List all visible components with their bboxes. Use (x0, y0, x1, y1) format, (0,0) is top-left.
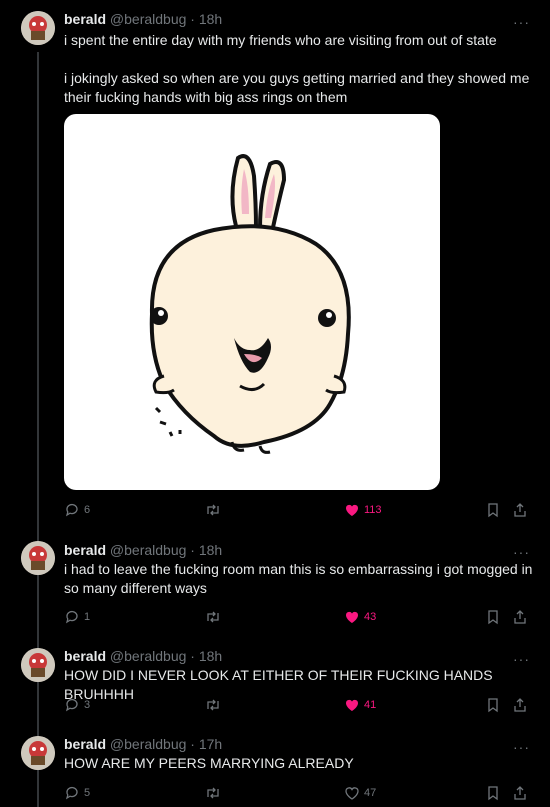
tweet-4[interactable]: berald @beraldbug · 17h ··· HOW ARE MY P… (0, 725, 550, 807)
tweet-1[interactable]: berald @beraldbug · 18h ··· i spent the … (0, 0, 550, 530)
heart-filled-icon (346, 504, 358, 516)
bunny-illustration (149, 154, 351, 454)
like-button[interactable]: 43 (344, 609, 376, 625)
user-handle[interactable]: @beraldbug (110, 648, 187, 664)
retweet-button[interactable] (204, 502, 226, 518)
user-handle[interactable]: @beraldbug (110, 542, 187, 558)
display-name[interactable]: berald (64, 736, 106, 752)
like-count: 47 (364, 787, 377, 799)
share-button[interactable] (512, 609, 528, 625)
user-handle[interactable]: @beraldbug (110, 736, 187, 752)
reply-count: 6 (84, 504, 91, 516)
share-icon (514, 610, 526, 624)
reply-count: 3 (84, 699, 91, 711)
tweet-image[interactable] (64, 114, 440, 490)
retweet-button[interactable] (204, 785, 226, 801)
share-button[interactable] (512, 502, 528, 518)
retweet-button[interactable] (204, 697, 226, 713)
reply-icon (65, 698, 78, 712)
tweet-header: berald @beraldbug · 18h (64, 647, 222, 665)
tweet-text: i spent the entire day with my friends w… (64, 32, 530, 105)
reply-button[interactable]: 1 (64, 609, 90, 625)
tweet-3[interactable]: berald @beraldbug · 18h ··· HOW DID I NE… (0, 637, 550, 725)
like-count: 43 (364, 611, 377, 623)
tweet-header: berald @beraldbug · 18h (64, 541, 222, 559)
bookmark-button[interactable] (486, 697, 500, 713)
bookmark-icon (488, 503, 498, 518)
share-button[interactable] (512, 697, 528, 713)
heart-filled-icon (346, 611, 358, 623)
more-options-button[interactable]: ··· (513, 740, 530, 754)
retweet-icon (207, 787, 219, 799)
reply-count: 1 (84, 611, 91, 623)
bookmark-button[interactable] (486, 785, 500, 801)
reply-icon (65, 503, 78, 517)
share-button[interactable] (512, 785, 528, 801)
share-icon (514, 786, 526, 800)
tweet-actions: 5 47 (0, 785, 550, 803)
timestamp[interactable]: · 18h (190, 648, 222, 664)
share-icon (514, 698, 526, 712)
reply-button[interactable]: 6 (64, 502, 90, 518)
reply-icon (65, 786, 78, 800)
like-button[interactable]: 113 (344, 502, 382, 518)
avatar[interactable] (21, 541, 55, 575)
more-options-button[interactable]: ··· (513, 652, 530, 666)
display-name[interactable]: berald (64, 648, 106, 664)
tweet-header: berald @beraldbug · 18h (64, 10, 222, 28)
tweet-actions: 1 43 (0, 609, 550, 627)
bookmark-button[interactable] (486, 609, 500, 625)
tweet-text: i had to leave the fucking room man this… (64, 561, 537, 596)
avatar[interactable] (21, 11, 55, 45)
like-button[interactable]: 41 (344, 697, 376, 713)
reply-button[interactable]: 5 (64, 785, 90, 801)
bookmark-icon (488, 698, 498, 713)
tweet-text: HOW ARE MY PEERS MARRYING ALREADY (64, 755, 354, 771)
reply-icon (65, 610, 78, 624)
like-button[interactable]: 47 (344, 785, 376, 801)
heart-outline-icon (345, 787, 359, 800)
retweet-button[interactable] (204, 609, 226, 625)
display-name[interactable]: berald (64, 542, 106, 558)
retweet-icon (207, 504, 219, 516)
tweet-actions: 3 41 (0, 697, 550, 715)
bookmark-icon (488, 610, 498, 625)
bookmark-icon (488, 786, 498, 801)
avatar[interactable] (21, 736, 55, 770)
timestamp[interactable]: · 18h (190, 542, 222, 558)
reply-button[interactable]: 3 (64, 697, 90, 713)
heart-filled-icon (346, 699, 358, 711)
display-name[interactable]: berald (64, 11, 106, 27)
bookmark-button[interactable] (486, 502, 500, 518)
retweet-icon (207, 699, 219, 711)
avatar[interactable] (21, 648, 55, 682)
timestamp[interactable]: · 18h (190, 11, 222, 27)
more-options-button[interactable]: ··· (513, 545, 530, 559)
more-options-button[interactable]: ··· (513, 15, 530, 29)
retweet-icon (207, 611, 219, 623)
tweet-2[interactable]: berald @beraldbug · 18h ··· i had to lea… (0, 530, 550, 637)
share-icon (514, 503, 526, 517)
timestamp[interactable]: · 17h (190, 736, 222, 752)
like-count: 41 (364, 699, 377, 711)
reply-count: 5 (84, 787, 91, 799)
user-handle[interactable]: @beraldbug (110, 11, 187, 27)
tweet-actions: 6 113 (0, 502, 550, 520)
tweet-header: berald @beraldbug · 17h (64, 735, 222, 753)
like-count: 113 (364, 504, 382, 516)
